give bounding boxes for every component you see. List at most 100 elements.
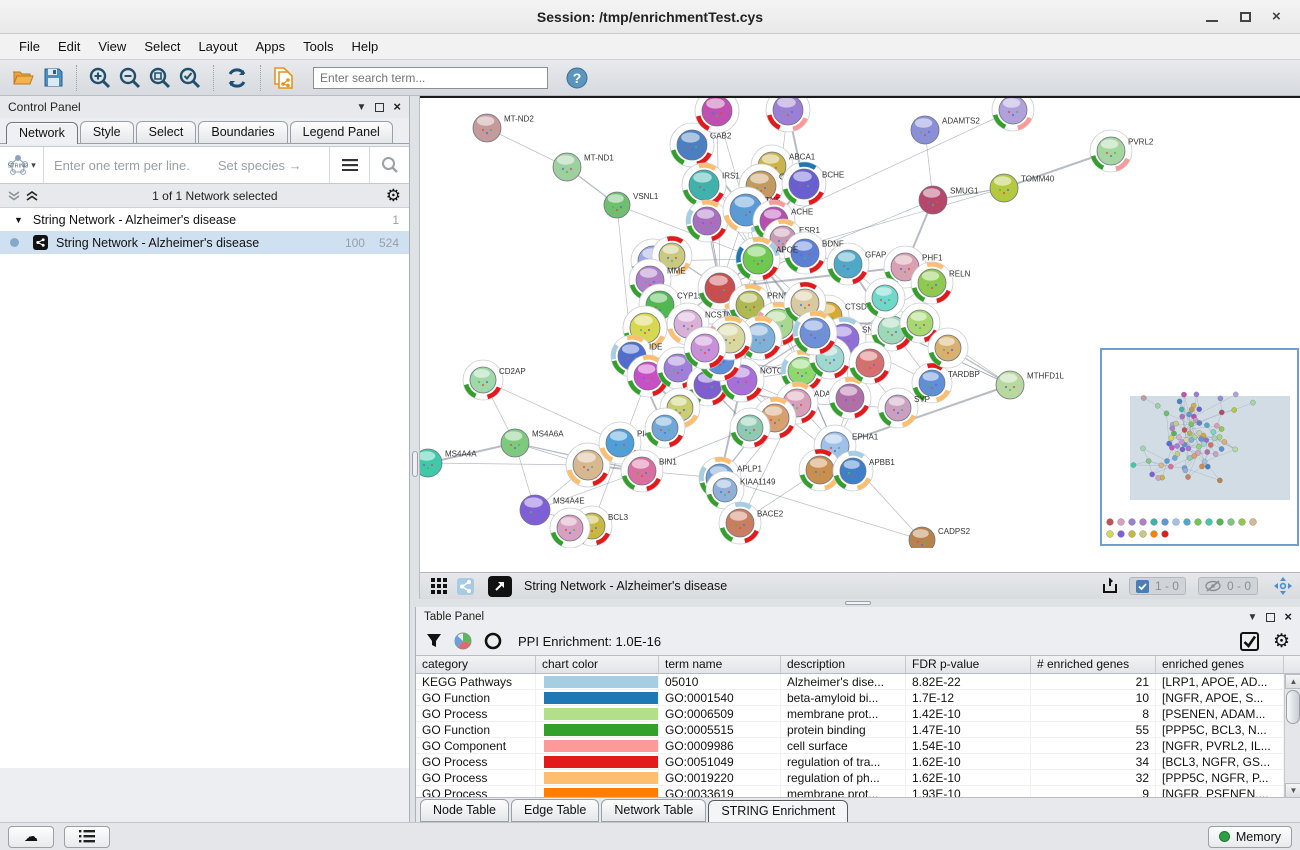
column-header[interactable]: category [416, 656, 536, 673]
menu-file[interactable]: File [10, 36, 49, 57]
network-options-gear-icon[interactable]: ⚙ [386, 186, 401, 206]
menu-edit[interactable]: Edit [49, 36, 89, 57]
search-input[interactable] [313, 67, 548, 89]
control-panel-title: Control Panel [8, 100, 81, 114]
svg-text:PVRL2: PVRL2 [1128, 138, 1154, 147]
column-header[interactable]: term name [659, 656, 781, 673]
tab-network-table[interactable]: Network Table [601, 799, 706, 822]
title-bar: Session: /tmp/enrichmentTest.cys × [0, 0, 1300, 34]
close-panel-icon[interactable]: × [393, 102, 401, 112]
menu-layout[interactable]: Layout [189, 36, 246, 57]
column-header[interactable]: chart color [536, 656, 659, 673]
network-row-selected[interactable]: String Network - Alzheimer's disease 100… [0, 231, 409, 254]
memory-button[interactable]: Memory [1208, 826, 1292, 848]
svg-text:SMUG1: SMUG1 [950, 187, 979, 196]
scrollbar-thumb[interactable] [1286, 690, 1300, 724]
menu-select[interactable]: Select [135, 36, 189, 57]
save-session-icon[interactable] [38, 64, 68, 92]
table-scrollbar[interactable]: ▲ ▼ [1284, 674, 1300, 797]
tab-edge-table[interactable]: Edge Table [511, 799, 599, 822]
expand-all-icon[interactable] [26, 191, 38, 201]
string-options-menu-icon[interactable] [329, 147, 369, 183]
network-from-file-icon[interactable] [269, 64, 299, 92]
open-session-icon[interactable] [8, 64, 38, 92]
scroll-up-icon[interactable]: ▲ [1285, 674, 1300, 689]
menu-view[interactable]: View [89, 36, 135, 57]
column-header[interactable]: # enriched genes [1031, 656, 1156, 673]
tree-expander-icon[interactable]: ▼ [14, 215, 23, 225]
zoom-out-icon[interactable] [115, 64, 145, 92]
table-row[interactable]: GO ComponentGO:0009986cell surface1.54E-… [416, 738, 1300, 754]
tab-legend-panel[interactable]: Legend Panel [290, 121, 393, 143]
table-row[interactable]: GO ProcessGO:0019220regulation of ph...1… [416, 770, 1300, 786]
table-row[interactable]: GO ProcessGO:0033619membrane prot...1.93… [416, 786, 1300, 797]
panel-menu-icon[interactable]: ▼ [357, 102, 367, 113]
minimize-button[interactable] [1206, 9, 1222, 25]
help-icon[interactable]: ? [562, 64, 592, 92]
column-header[interactable]: FDR p-value [906, 656, 1031, 673]
menu-apps[interactable]: Apps [247, 36, 295, 57]
network-collection-row[interactable]: ▼ String Network - Alzheimer's disease 1 [0, 208, 409, 231]
maximize-button[interactable] [1240, 9, 1256, 25]
table-float-icon[interactable] [1266, 613, 1275, 622]
menu-tools[interactable]: Tools [294, 36, 342, 57]
svg-text:BCL3: BCL3 [608, 513, 629, 522]
zoom-in-icon[interactable] [85, 64, 115, 92]
close-button[interactable]: × [1272, 9, 1288, 25]
string-share-icon[interactable] [452, 575, 478, 598]
open-in-window-icon[interactable] [488, 576, 512, 597]
table-row[interactable]: GO ProcessGO:0051049regulation of tra...… [416, 754, 1300, 770]
birdseye-view[interactable] [1100, 348, 1299, 546]
pie-chart-icon[interactable] [454, 632, 472, 650]
species-hint[interactable]: Set species → [218, 158, 302, 173]
table-cell: GO:0051049 [659, 754, 781, 769]
table-cell: GO Process [416, 786, 536, 797]
donut-ring-icon[interactable] [484, 632, 502, 650]
birdseye-toggle-icon[interactable] [1270, 575, 1296, 598]
column-header[interactable]: description [781, 656, 906, 673]
table-row[interactable]: GO FunctionGO:0001540beta-amyloid bi...1… [416, 690, 1300, 706]
enrichment-settings-gear-icon[interactable]: ⚙ [1273, 632, 1290, 651]
table-header-row[interactable]: categorychart colorterm namedescriptionF… [416, 656, 1300, 674]
string-term-input[interactable]: Enter one term per line. Set species → [44, 158, 329, 173]
horizontal-splitter[interactable] [410, 599, 1300, 607]
export-network-icon[interactable] [1097, 575, 1123, 598]
table-body: KEGG Pathways05010Alzheimer's dise...8.8… [416, 674, 1300, 797]
cloud-tasks-button[interactable]: ☁ [8, 826, 54, 848]
menu-help[interactable]: Help [343, 36, 388, 57]
tab-node-table[interactable]: Node Table [420, 799, 509, 822]
filter-icon[interactable] [426, 633, 442, 649]
table-cell: membrane prot... [781, 706, 906, 721]
zoom-fit-icon[interactable] [145, 64, 175, 92]
refresh-icon[interactable] [222, 64, 252, 92]
tab-string-enrichment[interactable]: STRING Enrichment [708, 800, 848, 823]
float-panel-icon[interactable] [375, 103, 384, 112]
network-view-toolbar: String Network - Alzheimer's disease 1 -… [420, 572, 1300, 599]
string-logo-dropdown[interactable]: STRING ▾ [0, 147, 44, 183]
string-search-icon[interactable] [369, 147, 409, 183]
table-cell: cell surface [781, 738, 906, 753]
column-header[interactable]: enriched genes [1156, 656, 1284, 673]
tab-select[interactable]: Select [136, 121, 197, 143]
select-terms-checkbox-icon[interactable] [1240, 632, 1259, 651]
table-cell [536, 786, 659, 797]
chart-color-swatch [544, 772, 659, 784]
table-cell: GO:0009986 [659, 738, 781, 753]
grid-view-icon[interactable] [426, 575, 452, 598]
tab-network[interactable]: Network [6, 122, 78, 144]
table-cell: GO:0033619 [659, 786, 781, 797]
collapse-all-icon[interactable] [8, 191, 20, 201]
string-input-placeholder: Enter one term per line. [54, 158, 190, 173]
table-row[interactable]: GO FunctionGO:0005515protein binding1.47… [416, 722, 1300, 738]
table-cell: GO Function [416, 690, 536, 705]
scroll-down-icon[interactable]: ▼ [1285, 783, 1300, 797]
table-row[interactable]: GO ProcessGO:0006509membrane prot...1.42… [416, 706, 1300, 722]
memory-label: Memory [1236, 830, 1281, 844]
tab-style[interactable]: Style [80, 121, 134, 143]
table-panel-menu-icon[interactable]: ▼ [1248, 612, 1258, 623]
table-row[interactable]: KEGG Pathways05010Alzheimer's dise...8.8… [416, 674, 1300, 690]
tab-boundaries[interactable]: Boundaries [198, 121, 287, 143]
task-history-button[interactable] [64, 826, 110, 848]
zoom-selected-icon[interactable] [175, 64, 205, 92]
table-close-icon[interactable]: × [1284, 612, 1292, 622]
